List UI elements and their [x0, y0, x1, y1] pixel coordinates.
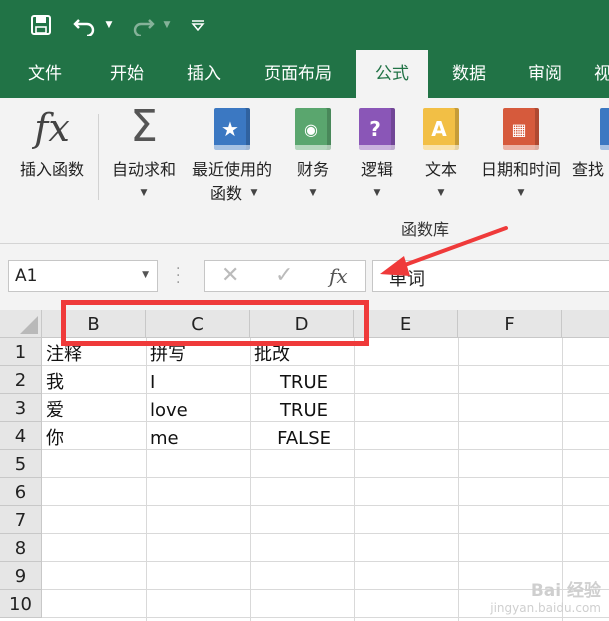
chevron-down-icon: ▼	[517, 188, 525, 198]
row-header-9[interactable]: 9	[0, 562, 42, 590]
enter-check-icon[interactable]: ✓	[275, 263, 293, 288]
cell-b2[interactable]: 我	[46, 368, 144, 396]
gridline	[42, 561, 609, 562]
logical-button[interactable]: ? 逻辑 ▼	[348, 98, 406, 218]
gridline	[250, 338, 251, 621]
chevron-down-icon: ▼	[373, 188, 381, 198]
lookup-button[interactable]: 查找	[570, 98, 609, 218]
column-header-e[interactable]: E	[354, 310, 458, 337]
row-header-4[interactable]: 4	[0, 422, 42, 450]
chevron-down-icon[interactable]: ▼	[142, 270, 149, 280]
customize-toolbar-icon[interactable]	[186, 10, 210, 40]
cell-c4[interactable]: me	[150, 424, 248, 452]
watermark-url: jingyan.baidu.com	[490, 601, 601, 615]
financial-button[interactable]: ◉ 财务 ▼	[284, 98, 342, 218]
annotation-highlight-box	[61, 300, 369, 346]
column-header-g[interactable]	[562, 310, 609, 337]
cell-d3[interactable]: TRUE	[254, 396, 328, 424]
book-coins-icon: ◉	[295, 108, 331, 150]
tab-review[interactable]: 审阅	[510, 50, 580, 98]
column-header-f[interactable]: F	[458, 310, 562, 337]
redo-dropdown-icon[interactable]: ▼	[160, 10, 174, 40]
formula-input[interactable]: 单词	[372, 260, 609, 292]
function-library-group-label: 函数库	[400, 220, 449, 239]
ribbon-separator	[98, 114, 99, 200]
cell-b3[interactable]: 爱	[46, 396, 144, 424]
tab-insert[interactable]: 插入	[168, 50, 240, 98]
book-question-icon: ?	[359, 108, 395, 150]
cell-c2[interactable]: I	[150, 368, 248, 396]
row-header-1[interactable]: 1	[0, 338, 42, 366]
drag-handle-icon[interactable]: · · ·	[176, 262, 182, 290]
text-button[interactable]: A 文本 ▼	[412, 98, 470, 218]
ribbon-formulas-panel: fx 插入函数 Σ 自动求和 ▼ ★ 最近使用的 函数 ▼ ◉ 财务 ▼ ? 逻…	[0, 98, 609, 244]
row-header-5[interactable]: 5	[0, 450, 42, 478]
undo-dropdown-icon[interactable]: ▼	[102, 10, 116, 40]
book-star-icon: ★	[214, 108, 250, 150]
gridline	[146, 338, 147, 621]
name-box-value: A1	[15, 266, 38, 286]
cancel-icon[interactable]: ✕	[221, 263, 239, 288]
gridline	[354, 338, 355, 621]
sigma-icon: Σ	[130, 101, 158, 152]
chevron-down-icon: ▼	[309, 188, 317, 198]
tab-home[interactable]: 开始	[92, 50, 162, 98]
insert-function-button[interactable]: fx 插入函数	[8, 98, 96, 218]
row-header-3[interactable]: 3	[0, 394, 42, 422]
cell-c3[interactable]: love	[150, 396, 248, 424]
tab-view[interactable]: 视	[594, 50, 609, 98]
gridline	[458, 338, 459, 621]
cell-b4[interactable]: 你	[46, 424, 144, 452]
watermark: Bai 经验 jingyan.baidu.com	[490, 576, 601, 615]
date-time-button[interactable]: ▦ 日期和时间 ▼	[474, 98, 568, 218]
ribbon-tabs: 文件 开始 插入 页面布局 公式 数据 审阅 视	[0, 50, 609, 98]
undo-icon[interactable]	[70, 10, 100, 40]
insert-function-icon[interactable]: fx	[329, 264, 348, 288]
name-box[interactable]: A1 ▼	[8, 260, 158, 292]
book-lookup-icon	[600, 108, 609, 150]
cell-d2[interactable]: TRUE	[254, 368, 328, 396]
recently-used-button[interactable]: ★ 最近使用的 函数 ▼	[184, 98, 280, 218]
chevron-down-icon: ▼	[250, 188, 258, 198]
book-text-icon: A	[423, 108, 459, 150]
watermark-logo: Bai 经验	[530, 581, 601, 601]
row-header-8[interactable]: 8	[0, 534, 42, 562]
formula-content: 单词	[389, 269, 425, 290]
save-icon[interactable]	[26, 10, 56, 40]
title-bar: ▼ ▼	[0, 0, 609, 50]
tab-file[interactable]: 文件	[10, 50, 80, 98]
formula-buttons: ✕ ✓ fx	[204, 260, 366, 292]
gridline	[42, 477, 609, 478]
chevron-down-icon: ▼	[140, 188, 148, 198]
row-header-7[interactable]: 7	[0, 506, 42, 534]
gridline	[42, 505, 609, 506]
row-header-10[interactable]: 10	[0, 590, 42, 618]
tab-formulas[interactable]: 公式	[356, 50, 428, 98]
fx-icon: fx	[34, 106, 70, 150]
book-calendar-icon: ▦	[503, 108, 539, 150]
gridline	[42, 533, 609, 534]
select-all-corner[interactable]	[0, 310, 42, 337]
cell-d4[interactable]: FALSE	[254, 424, 331, 452]
row-header-2[interactable]: 2	[0, 366, 42, 394]
gridline	[42, 617, 609, 618]
tab-page-layout[interactable]: 页面布局	[252, 50, 344, 98]
row-header-6[interactable]: 6	[0, 478, 42, 506]
chevron-down-icon: ▼	[437, 188, 445, 198]
tab-data[interactable]: 数据	[434, 50, 504, 98]
redo-icon[interactable]	[128, 10, 158, 40]
